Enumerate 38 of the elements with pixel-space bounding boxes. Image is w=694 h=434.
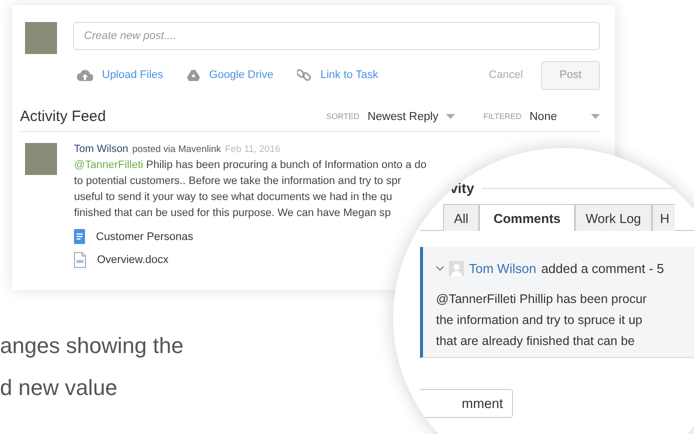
comment-text: @TannerFilleti Phillip has been procur bbox=[436, 291, 648, 308]
tab[interactable]: All bbox=[443, 204, 480, 231]
attachment-link[interactable]: Overview.docx bbox=[97, 254, 169, 266]
sort-label: SORTED bbox=[326, 112, 360, 121]
drive-triangle-icon bbox=[187, 70, 200, 80]
post-text: finished that can be used for this purpose. We can have Megan sp bbox=[74, 206, 392, 221]
chevron-down-icon bbox=[436, 266, 444, 271]
tab[interactable]: Comments bbox=[479, 204, 575, 231]
comment-meta: added a comment - 5 bbox=[541, 261, 664, 276]
user-avatar-icon bbox=[449, 261, 464, 276]
chain-link-icon bbox=[297, 68, 312, 82]
file-icon bbox=[74, 252, 86, 268]
caret-icon bbox=[446, 114, 456, 119]
post-source: posted via Mavenlink bbox=[132, 144, 221, 155]
sort-dropdown[interactable]: Newest Reply bbox=[367, 110, 456, 122]
post-text: Philip has been procuring a bunch of Information onto a do bbox=[146, 159, 426, 171]
caret-icon bbox=[591, 114, 600, 119]
comment-button[interactable]: mment bbox=[420, 389, 513, 418]
avatar-photo-placeholder bbox=[25, 22, 57, 54]
author-link[interactable]: Tom Wilson bbox=[74, 143, 128, 155]
tab[interactable]: Work Log bbox=[574, 204, 652, 231]
caption-text: anges showing the bbox=[0, 332, 184, 360]
post-text: useful to send it your way to see what documents we had in the qu bbox=[74, 190, 394, 205]
comment-text: the information and try to spruce it up bbox=[436, 312, 644, 329]
caption-text: d new value bbox=[0, 374, 118, 402]
filter-dropdown[interactable]: None bbox=[530, 110, 600, 122]
new-post-field[interactable]: Create new post.... bbox=[73, 22, 600, 50]
attachment-link[interactable]: Customer Personas bbox=[96, 230, 194, 242]
post-text: to potential customers.. Before we take the information and try to spr bbox=[74, 174, 402, 189]
filter-label: FILTERED bbox=[483, 112, 522, 121]
feed-title: Activity Feed bbox=[20, 108, 106, 125]
comment-text: that are already finished that can be bbox=[436, 333, 636, 350]
author-link[interactable]: Tom Wilson bbox=[469, 261, 536, 276]
document-icon bbox=[74, 229, 85, 244]
cloud-upload-icon bbox=[77, 70, 93, 80]
post-date: Feb 11, 2016 bbox=[224, 144, 280, 155]
tab[interactable]: H bbox=[652, 204, 676, 231]
avatar-photo-placeholder bbox=[25, 143, 57, 175]
